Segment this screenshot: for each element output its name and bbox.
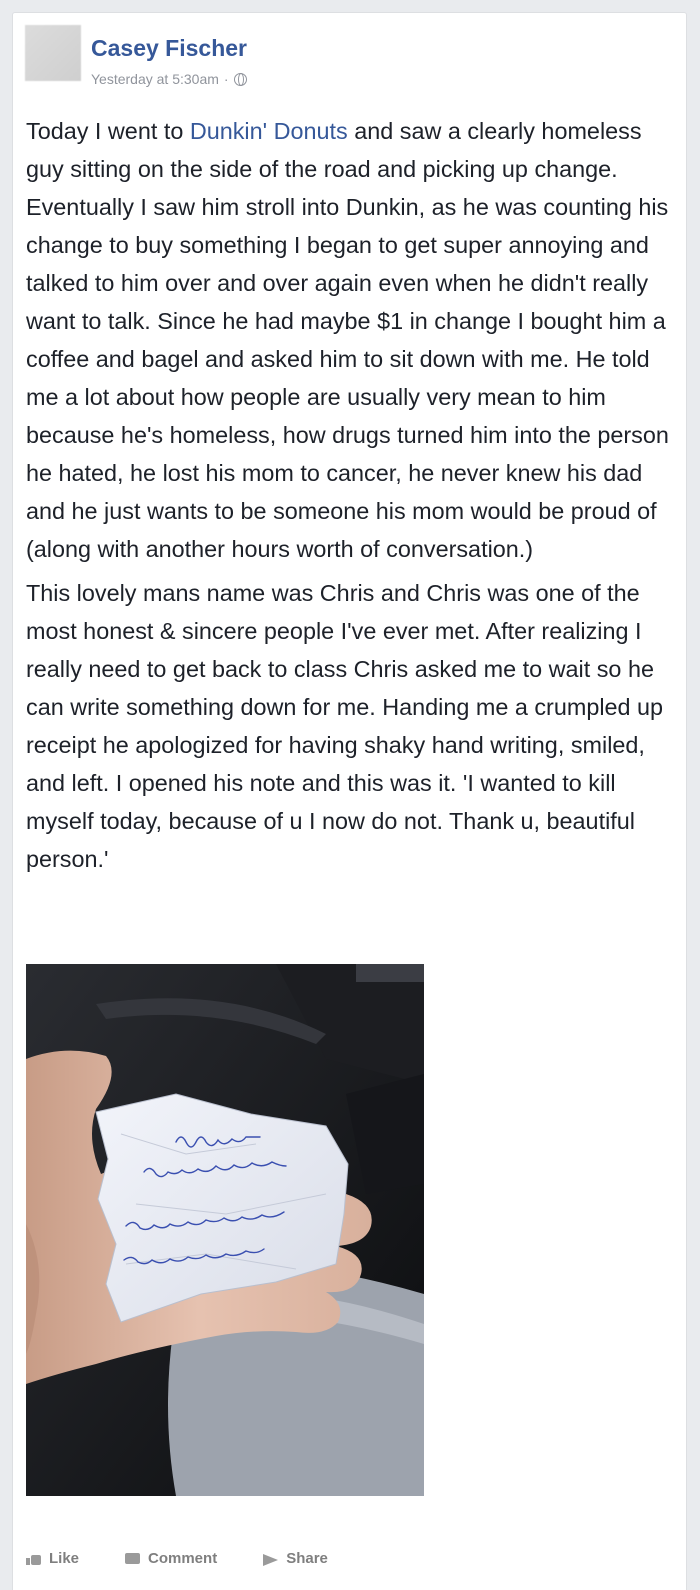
paragraph-1-intro: Today I went to (26, 118, 190, 144)
post-paragraph-2: This lovely mans name was Chris and Chri… (26, 580, 664, 872)
thumb-icon (26, 1552, 42, 1566)
share-label: Share (286, 1550, 328, 1567)
comment-button[interactable]: Comment (125, 1550, 217, 1567)
comment-label: Comment (148, 1550, 218, 1567)
post-header: Casey Fischer Yesterday at 5:30am · (25, 25, 665, 87)
post-body: Today I went to Dunkin' Donuts and saw a… (26, 112, 676, 878)
globe-icon[interactable] (233, 72, 247, 86)
timestamp[interactable]: Yesterday at 5:30am (91, 71, 219, 87)
post-meta: Yesterday at 5:30am · (91, 71, 247, 87)
avatar[interactable] (25, 25, 81, 81)
author-name[interactable]: Casey Fischer (91, 35, 247, 62)
post-paragraph-1: Today I went to Dunkin' Donuts and saw a… (26, 112, 676, 568)
share-button[interactable]: Share (263, 1550, 328, 1567)
like-label: Like (49, 1550, 80, 1567)
paragraph-1-rest: and saw a clearly homeless guy sitting o… (26, 118, 669, 562)
post-photo[interactable] (26, 964, 424, 1496)
dunkin-donuts-link[interactable]: Dunkin' Donuts (190, 118, 348, 144)
photo-note-in-hand (26, 964, 424, 1496)
like-button[interactable]: Like (26, 1550, 79, 1567)
comment-icon (125, 1552, 141, 1566)
post-actions: Like Comment Share (26, 1550, 328, 1567)
post-card: Casey Fischer Yesterday at 5:30am · Toda… (12, 12, 687, 1590)
meta-separator: · (223, 71, 229, 87)
share-icon (263, 1552, 279, 1566)
